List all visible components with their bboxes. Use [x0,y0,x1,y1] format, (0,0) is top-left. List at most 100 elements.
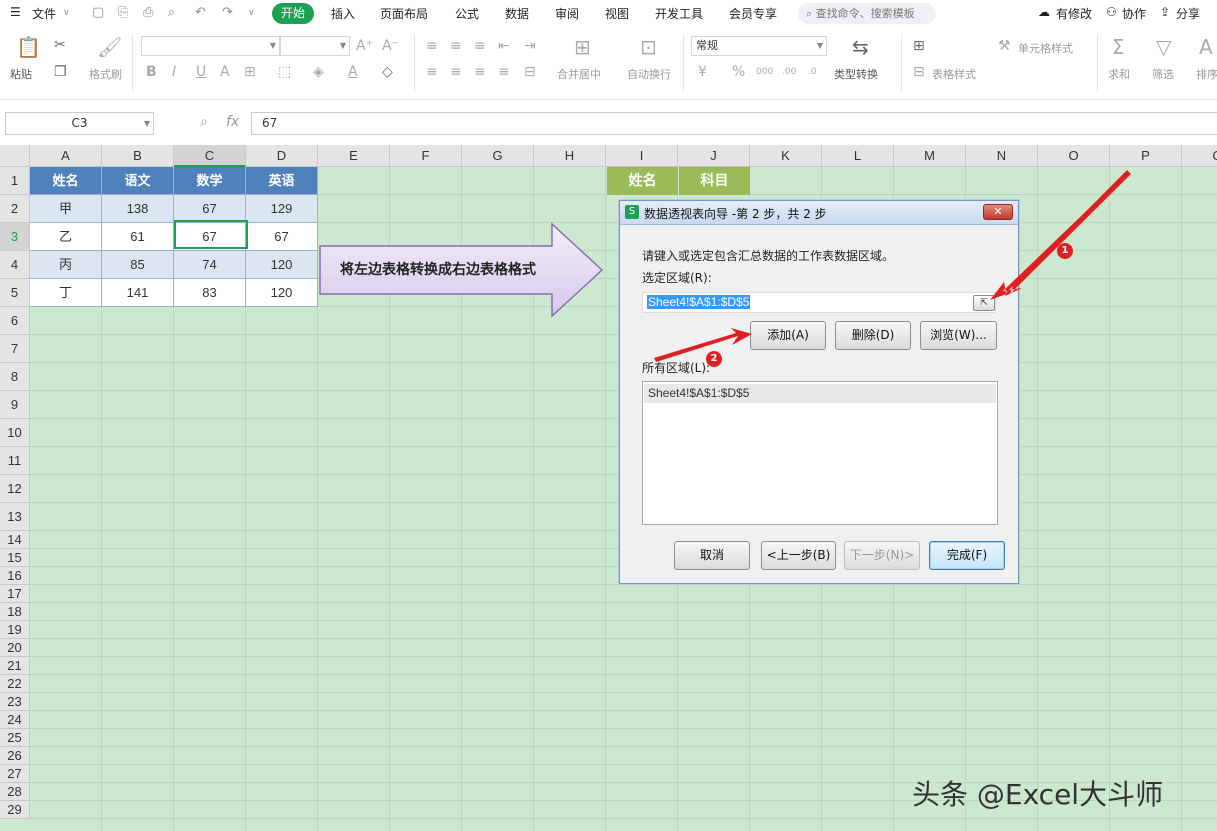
filter-icon[interactable]: ▽ [1156,36,1171,58]
column-header-p[interactable]: P [1110,145,1182,167]
tab-member[interactable]: 会员专享 [729,5,777,22]
table-cell[interactable]: 141 [102,279,174,307]
underline-icon[interactable]: U [196,64,206,80]
tab-formulas[interactable]: 公式 [455,5,479,22]
paste-button[interactable]: 粘贴 [10,66,32,82]
table-header-cell[interactable]: 语文 [102,167,174,195]
browse-button[interactable]: 浏览(W)... [920,321,997,350]
add-button[interactable]: 添加(A) [750,321,826,350]
row-header-26[interactable]: 26 [0,747,30,765]
prev-step-button[interactable]: <上一步(B) [761,541,836,570]
table-style-button[interactable]: 表格样式 [932,66,976,82]
target-header-name[interactable]: 姓名 [607,167,678,195]
column-header-j[interactable]: J [678,145,750,167]
spreadsheet-grid[interactable]: ABCDEFGHIJKLMNOPQ 1234567891011121314151… [0,145,1217,831]
tab-insert[interactable]: 插入 [331,5,355,22]
row-header-14[interactable]: 14 [0,531,30,549]
row-header-20[interactable]: 20 [0,639,30,657]
row-header-12[interactable]: 12 [0,475,30,503]
cell-style-icon[interactable]: ⚒ [998,38,1011,54]
table-cell[interactable]: 129 [246,195,318,223]
number-format-select[interactable]: 常规 ▼ [691,36,827,56]
strikethrough-icon[interactable]: A [220,64,230,80]
redo-icon[interactable]: ↷ [222,5,233,20]
delete-button[interactable]: 删除(D) [835,321,911,350]
font-color-icon[interactable]: A [348,64,358,80]
row-header-18[interactable]: 18 [0,603,30,621]
table-cell[interactable]: 138 [102,195,174,223]
table-cell[interactable]: 甲 [30,195,102,223]
row-header-1[interactable]: 1 [0,167,30,195]
formula-input[interactable]: 67 [251,112,1217,135]
row-header-27[interactable]: 27 [0,765,30,783]
bold-icon[interactable]: B [146,64,157,80]
column-header-q[interactable]: Q [1182,145,1217,167]
chevron-down-icon[interactable]: ∨ [63,8,70,18]
align-center-icon[interactable]: ≡ [450,64,462,80]
command-search-input[interactable]: ⌕ 查找命令、搜索模板 [798,3,936,24]
distribute-icon[interactable]: ⊟ [524,64,536,80]
file-menu[interactable]: 文件 [32,5,56,22]
all-ranges-list[interactable]: Sheet4!$A$1:$D$5 [642,381,998,525]
dialog-titlebar[interactable]: S 数据透视表向导 -第 2 步，共 2 步 ✕ [620,201,1018,225]
tab-page-layout[interactable]: 页面布局 [380,5,428,22]
font-size-select[interactable]: ▼ [280,36,350,56]
currency-icon[interactable]: ¥ [698,64,707,80]
indent-increase-icon[interactable]: ⇥ [524,38,536,54]
row-header-15[interactable]: 15 [0,549,30,567]
range-input[interactable]: Sheet4!$A$1:$D$5 [642,292,996,313]
column-header-e[interactable]: E [318,145,390,167]
sort-button[interactable]: 排序 [1196,66,1217,82]
row-header-5[interactable]: 5 [0,279,30,307]
cancel-button[interactable]: 取消 [674,541,750,570]
row-header-16[interactable]: 16 [0,567,30,585]
row-header-8[interactable]: 8 [0,363,30,391]
table-icon[interactable]: ⊞ [913,38,925,54]
wrap-text-button[interactable]: 自动换行 [627,66,671,82]
zoom-icon[interactable]: ⌕ [200,114,208,130]
collaborate-button[interactable]: 协作 [1122,5,1146,22]
column-header-n[interactable]: N [966,145,1038,167]
table-cell[interactable]: 74 [174,251,246,279]
row-header-10[interactable]: 10 [0,419,30,447]
row-header-29[interactable]: 29 [0,801,30,819]
column-header-l[interactable]: L [822,145,894,167]
tab-home[interactable]: 开始 [272,3,314,24]
column-header-c[interactable]: C [174,145,246,167]
align-right-icon[interactable]: ≡ [474,64,486,80]
indent-decrease-icon[interactable]: ⇤ [498,38,510,54]
print-icon[interactable]: ⎙ [143,5,153,20]
sort-icon[interactable]: A [1199,36,1213,58]
table-cell[interactable]: 乙 [30,223,102,251]
next-step-button[interactable]: 下一步(N)> [844,541,920,570]
column-header-d[interactable]: D [246,145,318,167]
row-header-9[interactable]: 9 [0,391,30,419]
table-cell[interactable]: 丙 [30,251,102,279]
decrease-decimal-icon[interactable]: .0 [808,64,817,80]
export-icon[interactable]: ⎘ [118,5,128,20]
row-header-22[interactable]: 22 [0,675,30,693]
row-header-21[interactable]: 21 [0,657,30,675]
row-header-23[interactable]: 23 [0,693,30,711]
undo-icon[interactable]: ↶ [195,5,206,20]
row-header-25[interactable]: 25 [0,729,30,747]
preview-icon[interactable]: ⌕ [168,5,175,20]
table-cell[interactable]: 85 [102,251,174,279]
border-icon[interactable]: ⊞ [244,64,256,80]
paste-icon[interactable]: 📋 [16,36,41,58]
table-cell[interactable]: 83 [174,279,246,307]
name-box[interactable]: C3 ▼ [5,112,154,135]
fill-color-icon[interactable]: ◈ [313,64,324,80]
save-icon[interactable]: ▢ [92,5,104,20]
tab-data[interactable]: 数据 [505,5,529,22]
thousands-icon[interactable]: 000 [756,64,773,80]
column-header-i[interactable]: I [606,145,678,167]
font-name-select[interactable]: ▼ [141,36,280,56]
row-header-2[interactable]: 2 [0,195,30,223]
scissors-icon[interactable]: ✂ [54,37,66,53]
tab-view[interactable]: 视图 [605,5,629,22]
row-header-11[interactable]: 11 [0,447,30,475]
table-cell[interactable]: 120 [246,251,318,279]
table-cell[interactable]: 67 [246,223,318,251]
column-header-f[interactable]: F [390,145,462,167]
